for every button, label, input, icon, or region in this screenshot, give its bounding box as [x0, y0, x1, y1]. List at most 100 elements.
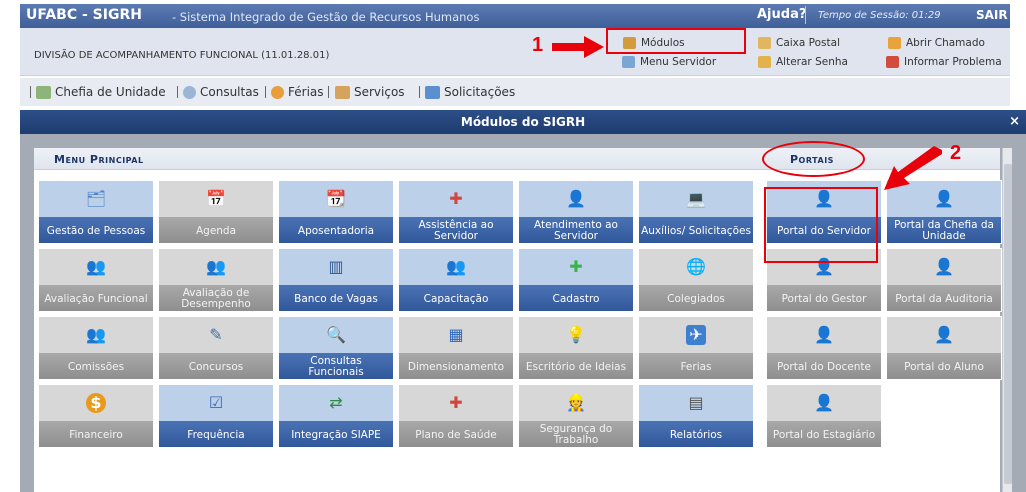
modules-highlight [606, 28, 746, 54]
module-tile[interactable]: 🌐 Colegiados [638, 248, 754, 312]
module-tile[interactable]: ✚ Assistência ao Servidor [398, 180, 514, 244]
change-password-link-label: Alterar Senha [776, 56, 848, 68]
open-ticket-link-label: Abrir Chamado [906, 37, 985, 49]
menu-servicos-label: Serviços [354, 85, 405, 99]
portal-tile-icon-area: 👤 [887, 249, 1001, 285]
module-tile-icon-area: 👥 [39, 249, 153, 285]
plus-icon: ✚ [569, 257, 583, 276]
module-tile[interactable]: 💡 Escritório de Ideias [518, 316, 634, 380]
portal-tile[interactable]: 👤 Portal do Docente [766, 316, 882, 380]
step-1-arrow [552, 36, 604, 58]
module-tile-label: Ferias [639, 353, 753, 379]
server-menu-icon [622, 56, 635, 68]
worker-icon: 👷 [566, 393, 586, 412]
module-tile[interactable]: ✚ Plano de Saúde [398, 384, 514, 448]
module-tile[interactable]: ✚ Cadastro [518, 248, 634, 312]
module-tile-label: Dimensionamento [399, 353, 513, 379]
module-tile[interactable]: 📆 Aposentadoria [278, 180, 394, 244]
first-aid-icon: ✚ [449, 189, 463, 208]
module-tile[interactable]: 🗂 Gestão de Pessoas [38, 180, 154, 244]
server-menu-link-label: Menu Servidor [640, 56, 717, 68]
module-tile[interactable]: ☑ Frequência [158, 384, 274, 448]
module-tile[interactable]: ▤ Relatórios [638, 384, 754, 448]
app-subtitle: - Sistema Integrado de Gestão de Recurso… [172, 10, 480, 24]
database-icon: ▥ [328, 257, 344, 276]
report-problem-link[interactable]: Informar Problema [886, 53, 1002, 71]
menu-separator [419, 86, 420, 98]
calendar-retirement-icon: 📆 [326, 189, 346, 208]
module-tile-label: Plano de Saúde [399, 421, 513, 447]
module-tile[interactable]: ⇄ Integração SIAPE [278, 384, 394, 448]
modal-scrollbar[interactable] [1002, 148, 1012, 492]
portal-tile-label: Portal do Estagiário [767, 421, 881, 447]
module-tile[interactable]: ✎ Concursos [158, 316, 274, 380]
report-problem-link-label: Informar Problema [904, 56, 1002, 68]
portals-highlight [762, 141, 865, 177]
users-icon: 👥 [86, 257, 106, 276]
module-tile-label: Relatórios [639, 421, 753, 447]
user-icon: 👤 [934, 189, 954, 208]
document-icon [425, 85, 440, 99]
module-tile[interactable]: 👥 Avaliação de Desempenho [158, 248, 274, 312]
person-icon [335, 85, 350, 99]
edit-document-icon: ✎ [209, 325, 223, 344]
menu-consultas[interactable]: Consultas [183, 85, 259, 99]
session-timer: Tempo de Sessão: 01:29 [818, 10, 941, 21]
menu-separator [265, 86, 266, 98]
module-tile-label: Financeiro [39, 421, 153, 447]
module-tile[interactable]: ▦ Dimensionamento [398, 316, 514, 380]
module-tile-icon-area: 🌐 [639, 249, 753, 285]
module-tile-label: Capacitação [399, 285, 513, 311]
menu-ferias[interactable]: Férias [271, 85, 324, 99]
logout-link[interactable]: SAIR [976, 8, 1008, 22]
group-icon: 👥 [446, 257, 466, 276]
user-icon: 👤 [934, 325, 954, 344]
step-2-number: 2 [950, 142, 962, 164]
server-menu-link[interactable]: Menu Servidor [622, 53, 716, 71]
module-tile-label: Atendimento ao Servidor [519, 217, 633, 243]
module-tile[interactable]: 🔍 Consultas Funcionais [278, 316, 394, 380]
mailbox-link[interactable]: Caixa Postal [758, 34, 840, 52]
help-link[interactable]: Ajuda? [757, 7, 806, 22]
module-tile[interactable]: ✈ Ferias [638, 316, 754, 380]
module-tile[interactable]: 📅 Agenda [158, 180, 274, 244]
module-tile[interactable]: 💻 Auxílios/ Solicitações [638, 180, 754, 244]
change-password-link[interactable]: Alterar Senha [758, 53, 848, 71]
checklist-icon: ☑ [208, 393, 224, 412]
module-tile[interactable]: ▥ Banco de Vagas [278, 248, 394, 312]
module-tile-icon-area: ☑ [159, 385, 273, 421]
module-tile-icon-area: ✎ [159, 317, 273, 353]
module-tile[interactable]: $ Financeiro [38, 384, 154, 448]
module-tile[interactable]: 👥 Capacitação [398, 248, 514, 312]
module-tile[interactable]: 👥 Comissões [38, 316, 154, 380]
portal-tile-label: Portal do Gestor [767, 285, 881, 311]
module-tile-icon-area: 💻 [639, 181, 753, 217]
scrollbar-thumb[interactable] [1004, 164, 1012, 484]
menu-chefia[interactable]: Chefia de Unidade [36, 85, 166, 99]
module-tile-icon-area: 👷 [519, 385, 633, 421]
modal-header: Módulos do SIGRH × [20, 110, 1026, 134]
close-icon[interactable]: × [1009, 110, 1020, 134]
module-tile-label: Frequência [159, 421, 273, 447]
module-tile-icon-area: 👥 [159, 249, 273, 285]
module-tile[interactable]: 👷 Segurança do Trabalho [518, 384, 634, 448]
menu-servicos[interactable]: Serviços [335, 85, 405, 99]
coin-icon: $ [86, 393, 106, 413]
module-tile-icon-area: 📆 [279, 181, 393, 217]
module-tile[interactable]: 👥 Avaliação Funcional [38, 248, 154, 312]
step-2-arrow [884, 146, 942, 190]
open-ticket-link[interactable]: Abrir Chamado [888, 34, 985, 52]
portal-tile[interactable]: 👤 Portal do Aluno [886, 316, 1002, 380]
module-tile-icon-area: 👤 [519, 181, 633, 217]
module-tile-icon-area: ✚ [399, 385, 513, 421]
portal-tile[interactable]: 👤 Portal da Auditoria [886, 248, 1002, 312]
module-tile-icon-area: ✚ [399, 181, 513, 217]
portal-tile[interactable]: 👤 Portal do Estagiário [766, 384, 882, 448]
menu-solicitacoes[interactable]: Solicitações [425, 85, 515, 99]
app-title: UFABC - SIGRH [26, 7, 142, 23]
main-menu-title: Menu Principal [54, 153, 144, 166]
main-menu-bar: Chefia de Unidade Consultas Férias Servi… [20, 78, 1010, 106]
module-tile-label: Aposentadoria [279, 217, 393, 243]
module-tile[interactable]: 👤 Atendimento ao Servidor [518, 180, 634, 244]
portal-tile-label: Portal da Auditoria [887, 285, 1001, 311]
